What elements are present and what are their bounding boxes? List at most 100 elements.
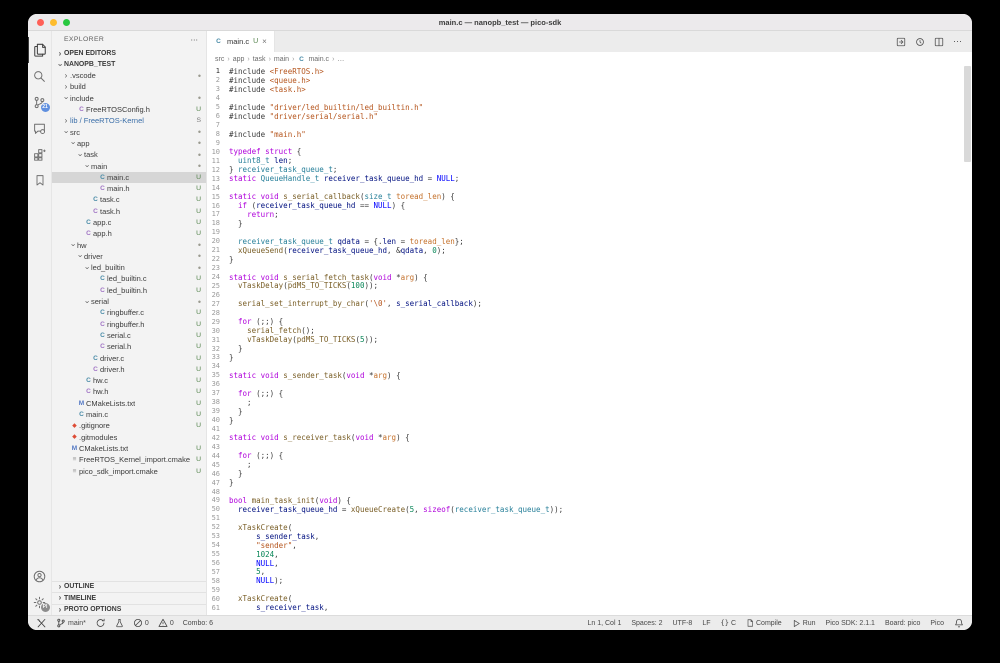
tree-file-app-h[interactable]: Capp.h U [52, 228, 206, 239]
tree-file--gitignore[interactable]: ◆ .gitignore U [52, 420, 206, 431]
panel-outline[interactable]: › OUTLINE [52, 580, 206, 593]
tree-folder-src[interactable]: › src • [52, 126, 206, 137]
status-pico[interactable]: Pico [930, 620, 944, 627]
line-number: 33 [211, 353, 220, 362]
activity-bar-bookmarks[interactable] [28, 167, 52, 193]
breadcrumb-item[interactable]: main.c [308, 56, 329, 63]
status-spaces-2[interactable]: Spaces: 2 [631, 620, 662, 627]
project-root-section[interactable]: › NANOPB_TEST [52, 59, 206, 70]
tree-folder-led-builtin[interactable]: › led_builtin • [52, 262, 206, 273]
git-status-badge: U [196, 456, 201, 464]
breadcrumb-item[interactable]: … [337, 56, 344, 63]
tree-folder-task[interactable]: › task • [52, 149, 206, 160]
panel-proto-options[interactable]: › PROTO OPTIONS [52, 603, 206, 616]
line-content: typedef struct { [229, 147, 302, 157]
tree-folder-main[interactable]: › main • [52, 160, 206, 171]
line-number: 55 [211, 550, 220, 559]
close-tab-icon[interactable]: × [262, 37, 267, 46]
status-error-status[interactable]: 0 [133, 618, 149, 628]
status-tools-status[interactable] [36, 618, 47, 629]
breadcrumb-item[interactable]: main [274, 56, 289, 63]
status-bell-status[interactable] [954, 618, 964, 628]
code-line-49: 49 bool main_task_init(void) { [207, 496, 972, 505]
code-line-50: 50 receiver_task_queue_hd = xQueueCreate… [207, 505, 972, 514]
line-number: 61 [211, 603, 220, 612]
tree-file-hw-c[interactable]: Chw.c U [52, 375, 206, 386]
tree-file-led-builtin-h[interactable]: Cled_builtin.h U [52, 285, 206, 296]
tree-file-serial-c[interactable]: Cserial.c U [52, 330, 206, 341]
breadcrumb-item[interactable]: src [215, 56, 224, 63]
account-icon [33, 570, 46, 583]
git-status-badge: U [196, 399, 201, 407]
tree-file-cmakelists-txt[interactable]: M CMakeLists.txt U [52, 443, 206, 454]
activity-bar-chat[interactable] [28, 115, 52, 141]
activity-bar-search[interactable] [28, 63, 52, 89]
tree-file-ringbuffer-c[interactable]: Cringbuffer.c U [52, 307, 206, 318]
status-board-pico[interactable]: Board: pico [885, 620, 920, 627]
open-editors-section[interactable]: › OPEN EDITORS [52, 48, 206, 59]
activity-bar-extensions[interactable] [28, 141, 52, 167]
activity-bar-settings[interactable]: PI [28, 589, 52, 615]
status-braces-status[interactable]: {} C [721, 619, 737, 627]
tree-file-pico-sdk-import-cmake[interactable]: ≡ pico_sdk_import.cmake U [52, 465, 206, 476]
tree-file--gitmodules[interactable]: ◆ .gitmodules [52, 432, 206, 443]
tree-file-task-h[interactable]: Ctask.h U [52, 206, 206, 217]
tree-file-main-h[interactable]: Cmain.h U [52, 183, 206, 194]
tree-folder-lib-freertos-kernel[interactable]: › lib / FreeRTOS-Kernel S [52, 115, 206, 126]
tree-file-main-c[interactable]: Cmain.c U [52, 409, 206, 420]
open-changes-icon[interactable] [896, 37, 906, 47]
tree-folder-driver[interactable]: › driver • [52, 251, 206, 262]
status-combo-6[interactable]: Combo: 6 [183, 620, 213, 627]
tree-folder-serial[interactable]: › serial • [52, 296, 206, 307]
tree-folder-hw[interactable]: › hw • [52, 239, 206, 250]
split-editor-icon[interactable] [934, 37, 944, 47]
tree-file-driver-c[interactable]: Cdriver.c U [52, 352, 206, 363]
line-content: static void s_receiver_task(void *arg) { [229, 433, 410, 443]
tree-item-label: FreeRTOS_Kernel_import.cmake [79, 455, 191, 465]
tree-item-label: ringbuffer.h [107, 319, 145, 329]
breadcrumb-item[interactable]: app [233, 56, 245, 63]
tree-file-freertos-kernel-import-cmake[interactable]: ≡ FreeRTOS_Kernel_import.cmake U [52, 454, 206, 465]
c-file-icon: C [299, 55, 304, 63]
more-actions-icon[interactable]: ⋯ [953, 36, 962, 47]
code-line-43: 43 [207, 442, 972, 451]
status-flask-status[interactable] [115, 618, 124, 628]
chevron-right-icon: › [58, 604, 62, 614]
status-play-status[interactable]: Run [792, 619, 816, 628]
tree-file-driver-h[interactable]: Cdriver.h U [52, 364, 206, 375]
status-ln-1-col-1[interactable]: Ln 1, Col 1 [587, 620, 621, 627]
tree-file-app-c[interactable]: Capp.c U [52, 217, 206, 228]
code-editor[interactable]: 1 #include <FreeRTOS.h> 2 #include <queue.h… [207, 66, 972, 615]
status-file-status[interactable]: Compile [746, 618, 782, 628]
panel-timeline[interactable]: › TIMELINE [52, 592, 206, 604]
tree-file-led-builtin-c[interactable]: Cled_builtin.c U [52, 273, 206, 284]
tree-file-cmakelists-txt[interactable]: M CMakeLists.txt U [52, 398, 206, 409]
activity-bar-explorer[interactable] [28, 37, 52, 63]
sidebar-more-actions-icon[interactable]: ⋯ [191, 35, 199, 44]
line-content: ; [229, 460, 252, 470]
status-branch-status[interactable]: main* [56, 618, 86, 628]
editor-scrollbar[interactable] [964, 66, 971, 162]
status-sync-status[interactable] [95, 618, 106, 628]
tree-file-main-c[interactable]: Cmain.c U [52, 171, 206, 183]
tree-file-serial-h[interactable]: Cserial.h U [52, 341, 206, 352]
status-lf[interactable]: LF [702, 620, 710, 627]
status-warning-status[interactable]: 0 [158, 618, 174, 628]
breadcrumb-item[interactable]: task [253, 56, 266, 63]
line-number: 2 [215, 76, 220, 85]
tree-file-task-c[interactable]: Ctask.c U [52, 194, 206, 205]
activity-bar-account[interactable] [28, 563, 52, 589]
tree-file-freertosconfig-h[interactable]: C FreeRTOSConfig.h U [52, 104, 206, 115]
tree-file-ringbuffer-h[interactable]: Cringbuffer.h U [52, 319, 206, 330]
history-icon[interactable] [915, 37, 925, 47]
tree-file-hw-h[interactable]: Chw.h U [52, 386, 206, 397]
tree-folder-include[interactable]: › include • [52, 93, 206, 104]
status-utf-8[interactable]: UTF-8 [672, 620, 692, 627]
status-pico-sdk-2-1-1[interactable]: Pico SDK: 2.1.1 [826, 620, 875, 627]
tree-folder--vscode[interactable]: › .vscode • [52, 70, 206, 81]
activity-bar-source-control[interactable]: 21 [28, 89, 52, 115]
tab-main-c[interactable]: C main.c U × [207, 31, 275, 52]
tree-folder-app[interactable]: › app • [52, 138, 206, 149]
tree-folder-build[interactable]: › build [52, 81, 206, 92]
breadcrumb-separator: › [227, 55, 230, 63]
